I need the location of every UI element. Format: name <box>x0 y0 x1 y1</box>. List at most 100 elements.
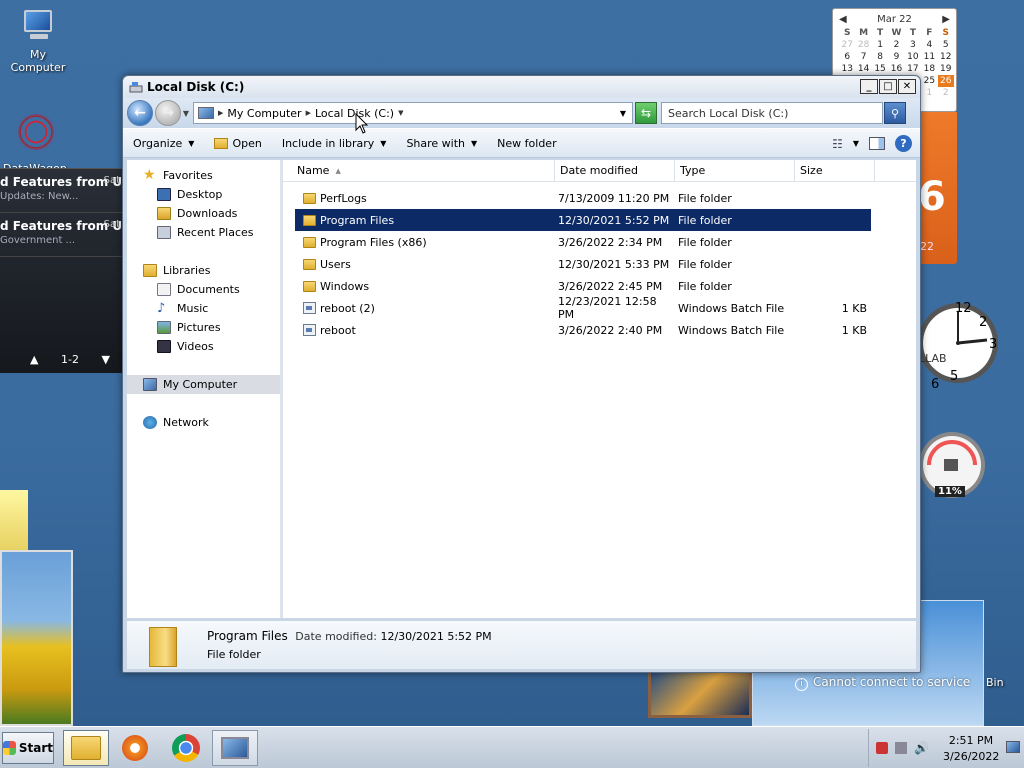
nav-libraries[interactable]: Libraries <box>127 261 280 280</box>
include-in-library-button[interactable]: Include in library ▼ <box>282 137 387 150</box>
column-header-size[interactable]: Size <box>795 160 875 181</box>
start-button[interactable]: Start <box>2 732 54 764</box>
calendar-day[interactable]: 6 <box>839 51 855 63</box>
nav-documents[interactable]: Documents <box>127 280 280 299</box>
explorer-window[interactable]: Local Disk (C:) _ □ ✕ ← → ▼ ▶ My Compute… <box>122 75 921 673</box>
calendar-day[interactable]: 18 <box>921 63 937 75</box>
close-button[interactable]: ✕ <box>898 79 916 94</box>
rss-item[interactable]: d Features from USA. Updates: New... Sat <box>0 169 122 213</box>
calendar-day[interactable]: 27 <box>839 39 855 51</box>
recycle-bin-label[interactable]: Bin <box>986 676 1004 689</box>
taskbar-media-player-button[interactable] <box>112 730 158 766</box>
recent-pages-dropdown-icon[interactable]: ▼ <box>181 109 191 118</box>
previous-month-icon[interactable]: ◀ <box>839 14 847 25</box>
action-center-flag-icon[interactable] <box>876 742 888 754</box>
help-icon[interactable]: ? <box>895 135 912 152</box>
calendar-day[interactable]: 3 <box>905 39 921 51</box>
taskbar-remote-desktop-button[interactable] <box>212 730 258 766</box>
nav-network[interactable]: Network <box>127 413 280 432</box>
forward-button[interactable]: → <box>155 100 181 126</box>
next-month-icon[interactable]: ▶ <box>942 14 950 25</box>
my-computer-desktop-icon[interactable]: My Computer <box>4 8 72 74</box>
nav-favorites[interactable]: ★ Favorites <box>127 166 280 185</box>
clock-gadget[interactable]: 12 3 2 6 5 LLAB <box>915 282 1001 404</box>
minimize-button[interactable]: _ <box>860 79 878 94</box>
calendar-day[interactable]: 2 <box>888 39 904 51</box>
taskbar-chrome-button[interactable] <box>163 730 209 766</box>
nav-videos[interactable]: Videos <box>127 337 280 356</box>
breadcrumb-separator-icon[interactable]: ▼ <box>398 109 403 117</box>
calendar-day[interactable]: 4 <box>921 39 937 51</box>
calendar-day[interactable]: 19 <box>938 63 954 75</box>
organize-button[interactable]: Organize ▼ <box>133 137 194 150</box>
slideshow-photo[interactable] <box>0 550 73 726</box>
address-dropdown-icon[interactable]: ▼ <box>620 109 626 118</box>
search-input[interactable]: Search Local Disk (C:) ⚲ <box>661 102 906 124</box>
calendar-day[interactable]: 10 <box>905 51 921 63</box>
calendar-day[interactable]: 7 <box>855 51 871 63</box>
column-header-type[interactable]: Type <box>675 160 795 181</box>
column-header-date-modified[interactable]: Date modified <box>555 160 675 181</box>
share-with-button[interactable]: Share with ▼ <box>406 137 477 150</box>
cpu-meter-gadget[interactable]: 11% <box>917 430 987 500</box>
calendar-day-today[interactable]: 26 <box>937 75 954 87</box>
nav-recent-places[interactable]: Recent Places <box>127 223 280 242</box>
calendar-day[interactable]: 13 <box>839 63 855 75</box>
file-row[interactable]: PerfLogs 7/13/2009 11:20 PM File folder <box>295 187 871 209</box>
breadcrumb-my-computer[interactable]: My Computer <box>227 107 301 120</box>
calendar-day[interactable]: 11 <box>921 51 937 63</box>
file-row[interactable]: reboot 3/26/2022 2:40 PM Windows Batch F… <box>295 319 871 341</box>
calendar-day[interactable]: 28 <box>855 39 871 51</box>
sticky-note-gadget[interactable] <box>0 490 28 552</box>
file-row[interactable]: Users 12/30/2021 5:33 PM File folder <box>295 253 871 275</box>
file-row[interactable]: Program Files (x86) 3/26/2022 2:34 PM Fi… <box>295 231 871 253</box>
calendar-day[interactable]: 15 <box>872 63 888 75</box>
file-row-selected[interactable]: Program Files 12/30/2021 5:52 PM File fo… <box>295 209 871 231</box>
rss-feed-gadget[interactable]: d Features from USA. Updates: New... Sat… <box>0 168 122 373</box>
next-page-icon[interactable]: ▼ <box>102 353 110 366</box>
network-tray-icon[interactable] <box>895 742 907 754</box>
volume-icon[interactable]: 🔊 <box>914 742 929 754</box>
calendar-day[interactable]: 1 <box>872 39 888 51</box>
previous-page-icon[interactable]: ▲ <box>30 353 38 366</box>
nav-music[interactable]: ♪ Music <box>127 299 280 318</box>
picture-puzzle-gadget[interactable] <box>648 670 752 718</box>
preview-pane-icon[interactable] <box>869 137 885 150</box>
nav-my-computer[interactable]: My Computer <box>127 375 280 394</box>
datawagon-desktop-icon[interactable]: DataWagon... <box>0 110 77 175</box>
calendar-day[interactable]: 12 <box>938 51 954 63</box>
tray-clock[interactable]: 2:51 PM 3/26/2022 <box>943 733 999 765</box>
nav-downloads[interactable]: Downloads <box>127 204 280 223</box>
calendar-day[interactable]: 5 <box>938 39 954 51</box>
show-desktop-icon[interactable] <box>1006 741 1020 753</box>
calendar-day[interactable]: 25 <box>921 75 937 87</box>
taskbar-explorer-button[interactable] <box>63 730 109 766</box>
view-dropdown-icon[interactable]: ▼ <box>853 139 859 148</box>
open-button[interactable]: Open <box>214 137 262 150</box>
navigation-pane[interactable]: ★ Favorites Desktop Downloads Recent Plac… <box>127 160 283 618</box>
calendar-day[interactable]: 17 <box>905 63 921 75</box>
new-folder-button[interactable]: New folder <box>497 137 556 150</box>
calendar-day[interactable]: 9 <box>888 51 904 63</box>
file-row[interactable]: reboot (2) 12/23/2021 12:58 PM Windows B… <box>295 295 871 321</box>
file-row[interactable]: Windows 3/26/2022 2:45 PM File folder <box>295 275 871 297</box>
maximize-button[interactable]: □ <box>879 79 897 94</box>
nav-desktop[interactable]: Desktop <box>127 185 280 204</box>
breadcrumb-separator-icon[interactable]: ▶ <box>306 109 311 117</box>
calendar-day[interactable]: 16 <box>888 63 904 75</box>
rss-item[interactable]: d Features from USA. Government ... Sat <box>0 213 122 257</box>
window-titlebar[interactable]: Local Disk (C:) _ □ ✕ <box>123 76 920 98</box>
back-button[interactable]: ← <box>127 100 153 126</box>
file-list[interactable]: Name ▲ Date modified Type Size PerfLogs 7… <box>283 160 916 618</box>
address-bar[interactable]: ▶ My Computer ▶ Local Disk (C:) ▼ ▼ <box>193 102 633 124</box>
view-options-icon[interactable]: ☷ <box>832 137 843 151</box>
refresh-button[interactable]: ⇆ <box>635 102 657 124</box>
breadcrumb-separator-icon[interactable]: ▶ <box>218 109 223 117</box>
calendar-day[interactable]: 14 <box>855 63 871 75</box>
nav-pictures[interactable]: Pictures <box>127 318 280 337</box>
search-button[interactable]: ⚲ <box>884 102 906 124</box>
calendar-day[interactable]: 1 <box>921 87 937 99</box>
calendar-day[interactable]: 2 <box>938 87 954 99</box>
calendar-day[interactable]: 8 <box>872 51 888 63</box>
column-header-name[interactable]: Name ▲ <box>283 160 555 181</box>
